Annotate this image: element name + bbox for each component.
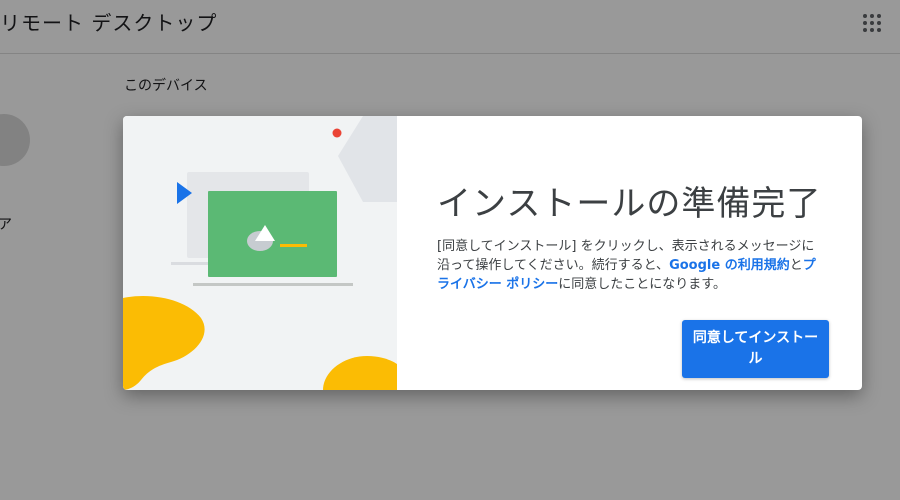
install-dialog: インストールの準備完了 [同意してインストール] をクリックし、表示されるメッセ… xyxy=(123,116,862,390)
dialog-body-conj: と xyxy=(789,258,803,273)
accept-install-button[interactable]: 同意してインストール xyxy=(682,320,829,378)
terms-link[interactable]: Google の利用規約 xyxy=(669,258,790,273)
dialog-body-suffix: に同意したことになります。 xyxy=(558,277,726,292)
red-dot-icon xyxy=(332,128,342,138)
decor-hexagon xyxy=(338,116,397,202)
dialog-title: インストールの準備完了 xyxy=(437,184,822,224)
monitor xyxy=(208,191,337,277)
laptop-base xyxy=(193,283,353,286)
decor-blob-right xyxy=(323,356,397,390)
decor-blob-left xyxy=(123,296,205,390)
dialog-illustration xyxy=(123,116,397,390)
dialog-body: [同意してインストール] をクリックし、表示されるメッセージに沿って操作してくだ… xyxy=(437,237,827,294)
